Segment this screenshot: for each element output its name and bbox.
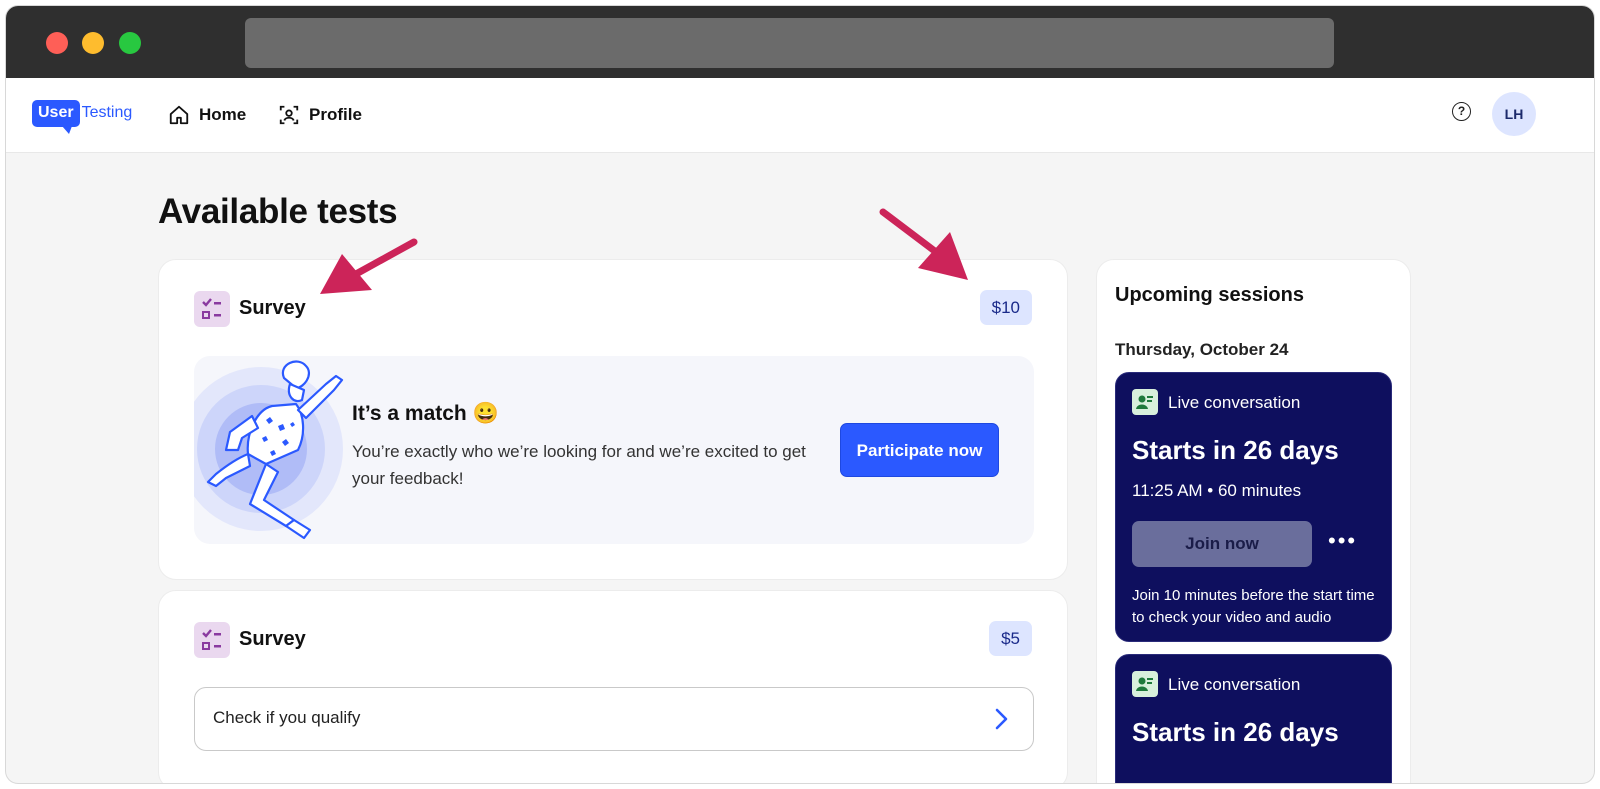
browser-window: User Testing Home Profile ? LH Available… [6,6,1594,783]
annotation-arrow [879,208,968,280]
annotation-arrows [320,208,968,294]
annotation-arrow [320,238,418,294]
